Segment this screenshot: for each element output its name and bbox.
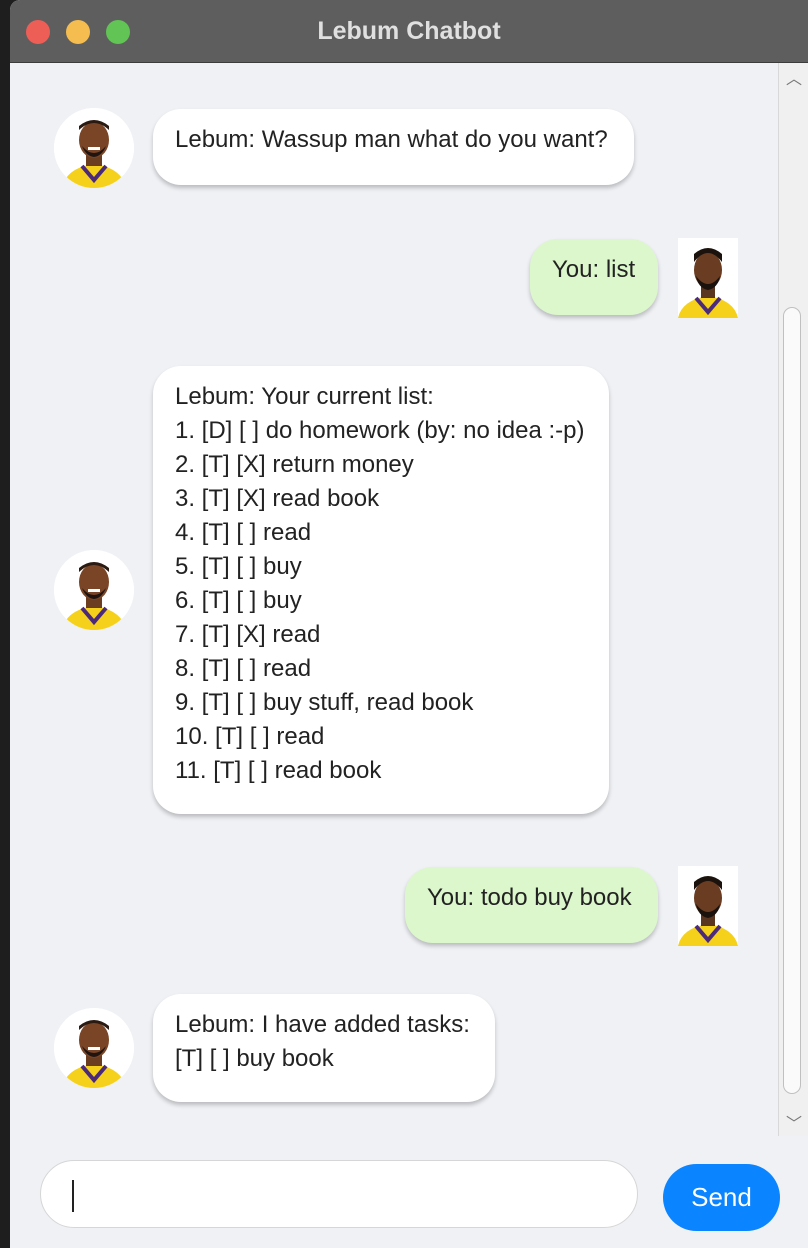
message-bubble: Lebum: I have added tasks: [T] [ ] buy b…	[153, 994, 495, 1102]
bot-avatar	[54, 1008, 134, 1088]
bot-avatar-icon	[54, 1008, 134, 1088]
vertical-scrollbar[interactable]: ︿ ﹀	[778, 63, 808, 1136]
bot-avatar	[54, 108, 134, 188]
message-bubble: Lebum: Your current list: 1. [D] [ ] do …	[153, 366, 609, 814]
text-caret	[72, 1180, 74, 1212]
user-avatar	[678, 238, 738, 318]
message-bubble: Lebum: Wassup man what do you want?	[153, 109, 634, 185]
send-button[interactable]: Send	[663, 1164, 780, 1231]
bot-avatar-icon	[54, 550, 134, 630]
scroll-down-icon[interactable]: ﹀	[779, 1110, 808, 1134]
scroll-up-icon[interactable]: ︿	[779, 65, 808, 89]
title-bar: Lebum Chatbot	[10, 0, 808, 63]
chatbot-window: Lebum Chatbot Lebum: Wassup man what do …	[10, 0, 808, 1248]
user-avatar	[678, 866, 738, 946]
message-bubble: You: list	[530, 239, 658, 315]
bot-avatar	[54, 550, 134, 630]
bot-avatar-icon	[54, 108, 134, 188]
scrollbar-thumb[interactable]	[783, 307, 801, 1094]
user-avatar-icon	[678, 238, 738, 318]
message-input[interactable]	[40, 1160, 638, 1228]
user-avatar-icon	[678, 866, 738, 946]
input-bar: Send	[10, 1136, 808, 1248]
message-bubble: You: todo buy book	[405, 867, 658, 943]
window-title: Lebum Chatbot	[317, 17, 501, 45]
chat-scroll-area[interactable]: Lebum: Wassup man what do you want? You:…	[10, 63, 778, 1133]
